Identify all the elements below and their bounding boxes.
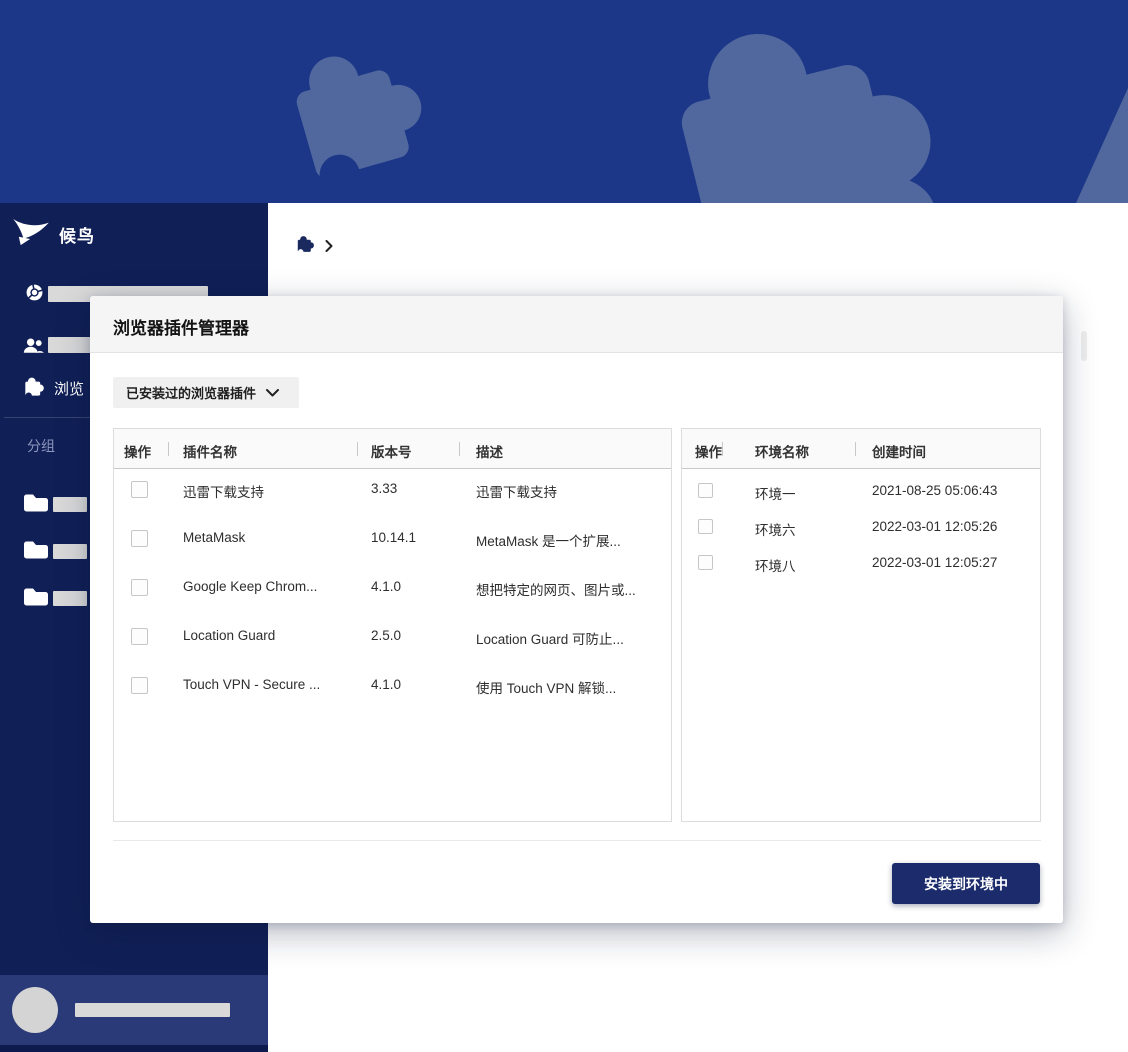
sidebar-item-label: 浏览 (54, 378, 84, 399)
column-separator (855, 442, 856, 456)
plugin-row-checkbox[interactable] (131, 628, 148, 645)
plugin-description: 迅雷下载支持 (476, 481, 557, 501)
column-header: 操作 (124, 441, 151, 461)
puzzle-decoration-icon (0, 0, 1128, 203)
plugin-name: Google Keep Chrom... (183, 579, 317, 594)
scrollbar-thumb[interactable] (1081, 331, 1087, 361)
plugin-manager-modal: 浏览器插件管理器 已安装过的浏览器插件 操作 插件名称 版本号 描述 迅雷下载支… (90, 296, 1063, 923)
plugin-row-checkbox[interactable] (131, 677, 148, 694)
environment-row: 环境八 2022-03-01 12:05:27 (682, 545, 1040, 581)
folder-icon (22, 585, 48, 611)
plugin-row: Google Keep Chrom... 4.1.0 想把特定的网页、图片或..… (114, 577, 671, 626)
environment-created-time: 2022-03-01 12:05:27 (872, 555, 997, 570)
modal-header: 浏览器插件管理器 (90, 296, 1063, 353)
column-header: 版本号 (371, 441, 412, 461)
bird-logo-icon (12, 217, 50, 252)
plugin-version: 4.1.0 (371, 677, 401, 692)
plugins-table-header: 操作 插件名称 版本号 描述 (114, 429, 671, 469)
sidebar-bottom-strip (0, 1045, 268, 1052)
folder-icon (22, 538, 48, 564)
environment-row-checkbox[interactable] (698, 519, 713, 534)
column-separator (722, 442, 723, 456)
plugin-description: Location Guard 可防止... (476, 628, 624, 648)
environment-row-checkbox[interactable] (698, 483, 713, 498)
environment-row: 环境一 2021-08-25 05:06:43 (682, 473, 1040, 509)
avatar[interactable] (12, 987, 58, 1033)
environments-table: 操作 环境名称 创建时间 环境一 2021-08-25 05:06:43 环境六… (681, 428, 1041, 822)
environment-name: 环境一 (755, 483, 796, 503)
column-header: 插件名称 (183, 441, 237, 461)
column-separator (459, 442, 460, 456)
environment-name: 环境六 (755, 519, 796, 539)
breadcrumb (294, 233, 333, 259)
plugin-name: MetaMask (183, 530, 245, 545)
plugin-version: 4.1.0 (371, 579, 401, 594)
app-name: 候鸟 (59, 222, 95, 247)
top-banner (0, 0, 1128, 203)
chrome-icon (25, 283, 44, 307)
user-panel[interactable] (0, 975, 268, 1045)
modal-title: 浏览器插件管理器 (113, 314, 249, 339)
plugin-version: 10.14.1 (371, 530, 416, 545)
modal-footer-divider (113, 840, 1041, 841)
environment-created-time: 2021-08-25 05:06:43 (872, 483, 997, 498)
group-item-placeholder (53, 544, 87, 559)
chevron-right-icon (325, 240, 333, 252)
dropdown-value: 已安装过的浏览器插件 (126, 383, 256, 402)
plugin-version: 2.5.0 (371, 628, 401, 643)
app-window: 候鸟 (0, 0, 1128, 1052)
group-item-placeholder (53, 591, 87, 606)
column-header: 环境名称 (755, 441, 809, 461)
plugin-row: MetaMask 10.14.1 MetaMask 是一个扩展... (114, 528, 671, 577)
column-header: 描述 (476, 441, 503, 461)
column-header: 操作 (695, 441, 722, 461)
plugin-name: 迅雷下载支持 (183, 481, 264, 501)
install-to-environment-button[interactable]: 安装到环境中 (892, 863, 1040, 904)
folder-icon (22, 491, 48, 517)
groups-section-label: 分组 (27, 436, 55, 456)
username-placeholder (75, 1003, 230, 1017)
plugin-description: 想把特定的网页、图片或... (476, 579, 636, 599)
column-separator (168, 442, 169, 456)
plugin-row-checkbox[interactable] (131, 481, 148, 498)
environments-table-header: 操作 环境名称 创建时间 (682, 429, 1040, 469)
app-logo[interactable]: 候鸟 (12, 217, 95, 252)
plugin-filter-dropdown[interactable]: 已安装过的浏览器插件 (113, 377, 299, 408)
group-item-placeholder (53, 497, 87, 512)
puzzle-icon (21, 374, 45, 403)
puzzle-breadcrumb-icon[interactable] (294, 233, 315, 259)
plugin-row-checkbox[interactable] (131, 579, 148, 596)
environment-row: 环境六 2022-03-01 12:05:26 (682, 509, 1040, 545)
plugin-row-checkbox[interactable] (131, 530, 148, 547)
plugin-description: MetaMask 是一个扩展... (476, 530, 621, 550)
plugin-row: Location Guard 2.5.0 Location Guard 可防止.… (114, 626, 671, 675)
plugin-version: 3.33 (371, 481, 397, 496)
plugin-name: Location Guard (183, 628, 275, 643)
users-icon (23, 337, 44, 359)
plugin-name: Touch VPN - Secure ... (183, 677, 320, 692)
column-header: 创建时间 (872, 441, 926, 461)
plugins-table: 操作 插件名称 版本号 描述 迅雷下载支持 3.33 迅雷下载支持 MetaMa… (113, 428, 672, 822)
chevron-down-icon (266, 389, 279, 397)
plugin-description: 使用 Touch VPN 解锁... (476, 677, 616, 697)
environment-name: 环境八 (755, 555, 796, 575)
environment-created-time: 2022-03-01 12:05:26 (872, 519, 997, 534)
plugin-row: 迅雷下载支持 3.33 迅雷下载支持 (114, 479, 671, 528)
environment-row-checkbox[interactable] (698, 555, 713, 570)
column-separator (357, 442, 358, 456)
plugin-row: Touch VPN - Secure ... 4.1.0 使用 Touch VP… (114, 675, 671, 724)
